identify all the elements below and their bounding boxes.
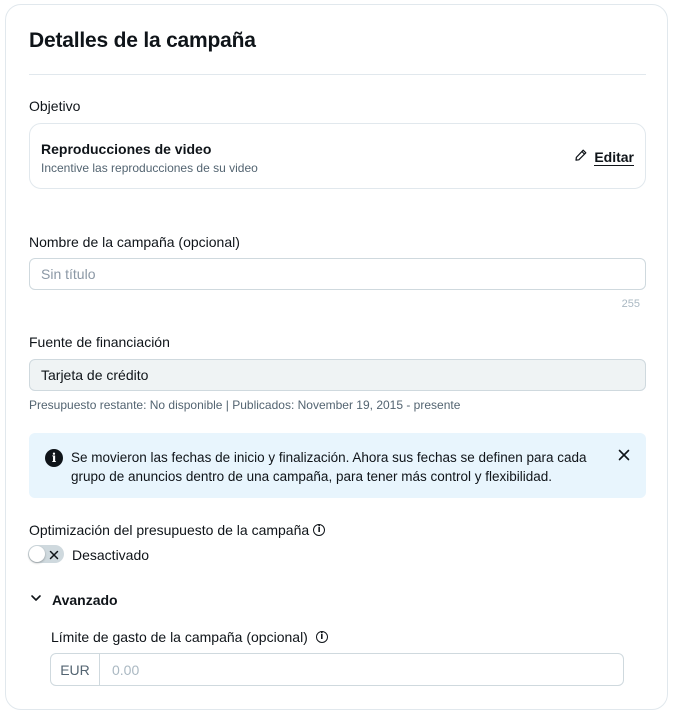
budget-optimization-label: Optimización del presupuesto de la campa… [29,522,310,538]
advanced-label: Avanzado [52,592,118,608]
budget-optimization-toggle[interactable] [28,545,64,563]
close-icon[interactable] [615,446,633,464]
spend-limit-label-text: Límite de gasto de la campaña [51,629,243,645]
advanced-section-toggle[interactable]: Avanzado [30,591,118,609]
objective-box: Reproducciones de video Incentive las re… [29,123,646,189]
info-circle-icon[interactable]: i [315,631,328,643]
spend-limit-optional: (opcional) [246,629,308,645]
campaign-name-optional: (opcional) [178,234,240,250]
campaign-name-label: Nombre de la campaña (opcional) [29,234,240,250]
campaign-details-card: Detalles de la campaña Objetivo Reproduc… [5,4,668,710]
chevron-down-icon [30,591,42,609]
info-icon: i [45,449,63,467]
campaign-name-label-text: Nombre de la campaña [29,234,175,250]
x-icon [48,548,60,560]
funding-label: Fuente de financiación [29,334,170,350]
spend-limit-input[interactable]: EUR 0.00 [50,653,624,686]
notice-text: Se movieron las fechas de inicio y final… [71,450,587,484]
objective-label: Objetivo [29,98,81,114]
toggle-state-label: Desactivado [72,547,150,563]
divider [29,74,646,75]
spend-limit-label: Límite de gasto de la campaña (opcional) [51,629,308,645]
toggle-knob [29,546,45,562]
info-circle-icon[interactable]: i [313,524,326,536]
date-notice-banner: i Se movieron las fechas de inicio y fin… [29,433,646,498]
edit-label: Editar [594,148,634,166]
objective-description: Incentive las reproducciones de su video [41,161,258,175]
currency-prefix: EUR [51,654,100,685]
spend-limit-heading: Límite de gasto de la campaña (opcional)… [51,629,328,645]
spend-limit-value[interactable]: 0.00 [100,654,139,685]
funding-source-field: Tarjeta de crédito [29,359,646,391]
objective-name: Reproducciones de video [41,141,212,157]
pencil-icon [574,148,588,167]
char-counter: 255 [621,298,640,310]
budget-optimization-heading: Optimización del presupuesto de la campa… [29,522,326,538]
page-title: Detalles de la campaña [29,29,256,52]
campaign-name-input[interactable]: Sin título [29,258,646,290]
funding-helper-text: Presupuesto restante: No disponible | Pu… [29,398,461,412]
edit-objective-button[interactable]: Editar [574,148,634,167]
